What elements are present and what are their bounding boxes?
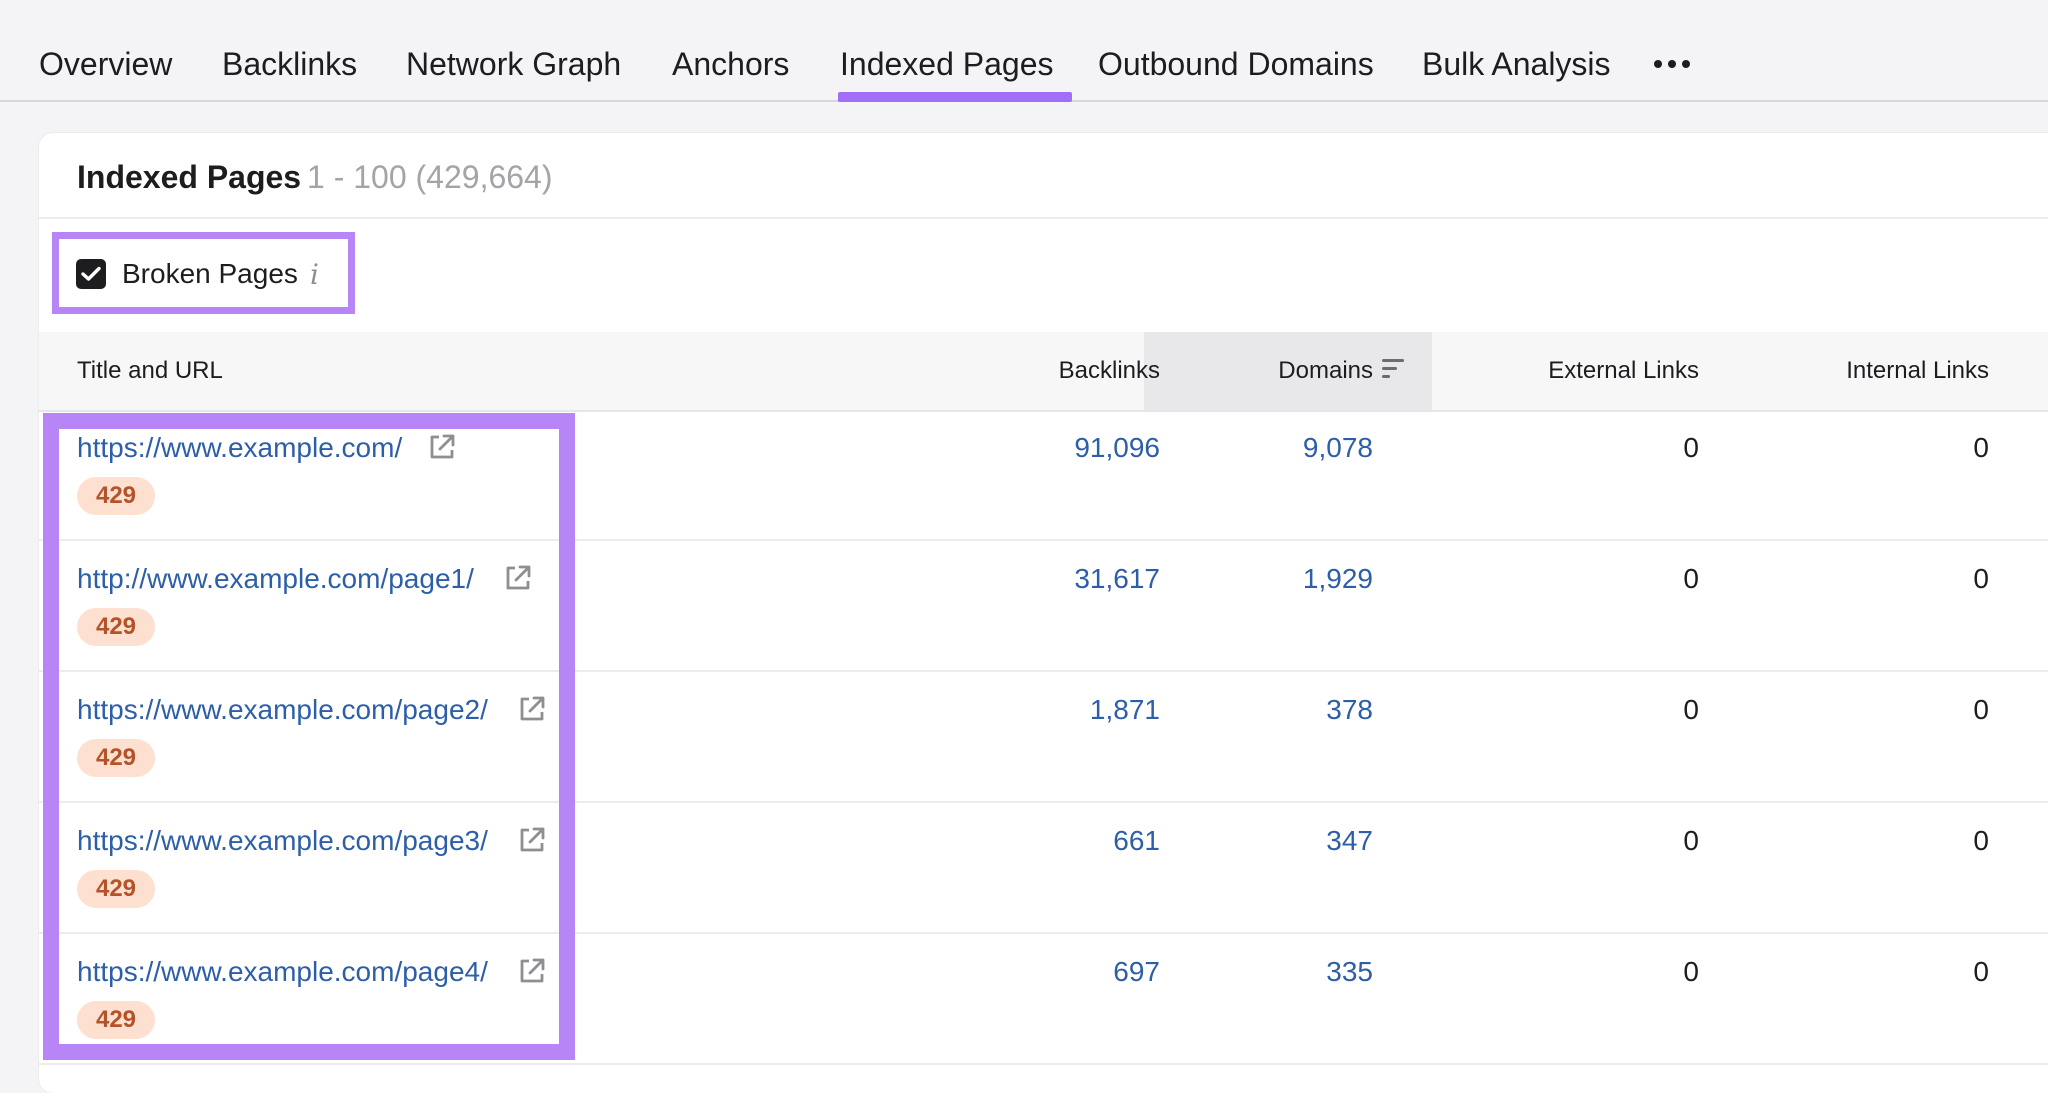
tab-network-graph[interactable]: Network Graph xyxy=(406,40,621,88)
domains-value[interactable]: 335 xyxy=(1326,954,1373,990)
table-row: https://www.example.com/page3/ 429 661 3… xyxy=(39,803,2048,934)
internal-links-value: 0 xyxy=(1973,956,1989,987)
more-horizontal-icon[interactable] xyxy=(1654,40,1690,88)
status-badge: 429 xyxy=(77,477,155,515)
external-links-value: 0 xyxy=(1683,563,1699,594)
sort-descending-icon[interactable] xyxy=(1382,358,1406,380)
row-url-link[interactable]: https://www.example.com/page3/ xyxy=(77,823,488,859)
external-link-icon[interactable] xyxy=(517,956,547,986)
row-url-link[interactable]: https://www.example.com/page4/ xyxy=(77,954,488,990)
backlinks-value[interactable]: 697 xyxy=(1113,954,1160,990)
external-links-value: 0 xyxy=(1683,825,1699,856)
external-link-icon[interactable] xyxy=(503,563,533,593)
row-url-link[interactable]: https://www.example.com/page2/ xyxy=(77,692,488,728)
domains-value[interactable]: 378 xyxy=(1326,692,1373,728)
check-icon xyxy=(81,266,101,281)
row-url-link[interactable]: https://www.example.com/ xyxy=(77,430,402,466)
backlinks-value[interactable]: 31,617 xyxy=(1074,561,1160,597)
table-header: Title and URL Backlinks Domains External… xyxy=(39,332,2048,412)
table-row: http://www.example.com/page1/ 429 31,617… xyxy=(39,541,2048,672)
tab-overview[interactable]: Overview xyxy=(39,40,172,88)
table-row: https://www.example.com/ 429 91,096 9,07… xyxy=(39,410,2048,541)
status-badge: 429 xyxy=(77,870,155,908)
status-badge: 429 xyxy=(77,608,155,646)
column-external-links[interactable]: External Links xyxy=(1548,332,1699,410)
tab-outbound-domains[interactable]: Outbound Domains xyxy=(1098,40,1374,88)
domains-value[interactable]: 347 xyxy=(1326,823,1373,859)
internal-links-value: 0 xyxy=(1973,825,1989,856)
card-title: Indexed Pages xyxy=(77,159,302,195)
status-badge: 429 xyxy=(77,739,155,777)
column-title-url[interactable]: Title and URL xyxy=(77,332,223,410)
tab-bar: Overview Backlinks Network Graph Anchors… xyxy=(0,0,2048,102)
tab-indexed-pages[interactable]: Indexed Pages xyxy=(838,40,1071,102)
info-icon[interactable]: i xyxy=(310,258,319,292)
status-badge: 429 xyxy=(77,1001,155,1039)
result-range: 1 - 100 (429,664) xyxy=(307,159,553,195)
internal-links-value: 0 xyxy=(1973,694,1989,725)
external-links-value: 0 xyxy=(1683,694,1699,725)
backlinks-value[interactable]: 91,096 xyxy=(1074,430,1160,466)
column-internal-links[interactable]: Internal Links xyxy=(1846,332,1989,410)
backlinks-value[interactable]: 1,871 xyxy=(1090,692,1160,728)
external-link-icon[interactable] xyxy=(517,825,547,855)
backlinks-value[interactable]: 661 xyxy=(1113,823,1160,859)
column-backlinks[interactable]: Backlinks xyxy=(1059,332,1160,410)
external-link-icon[interactable] xyxy=(427,432,457,462)
column-domains[interactable]: Domains xyxy=(1278,332,1373,410)
tab-backlinks[interactable]: Backlinks xyxy=(222,40,357,88)
domains-value[interactable]: 9,078 xyxy=(1303,430,1373,466)
tab-bulk-analysis[interactable]: Bulk Analysis xyxy=(1422,40,1611,88)
external-link-icon[interactable] xyxy=(517,694,547,724)
tab-anchors[interactable]: Anchors xyxy=(672,40,789,88)
table-row: https://www.example.com/page2/ 429 1,871… xyxy=(39,672,2048,803)
external-links-value: 0 xyxy=(1683,956,1699,987)
internal-links-value: 0 xyxy=(1973,563,1989,594)
domains-value[interactable]: 1,929 xyxy=(1303,561,1373,597)
external-links-value: 0 xyxy=(1683,432,1699,463)
internal-links-value: 0 xyxy=(1973,432,1989,463)
broken-pages-checkbox[interactable] xyxy=(76,259,106,289)
card-header: Indexed Pages 1 - 100 (429,664) xyxy=(39,133,2048,219)
table-row: https://www.example.com/page4/ 429 697 3… xyxy=(39,934,2048,1065)
broken-pages-label[interactable]: Broken Pages xyxy=(122,256,298,292)
row-url-link[interactable]: http://www.example.com/page1/ xyxy=(77,561,474,597)
